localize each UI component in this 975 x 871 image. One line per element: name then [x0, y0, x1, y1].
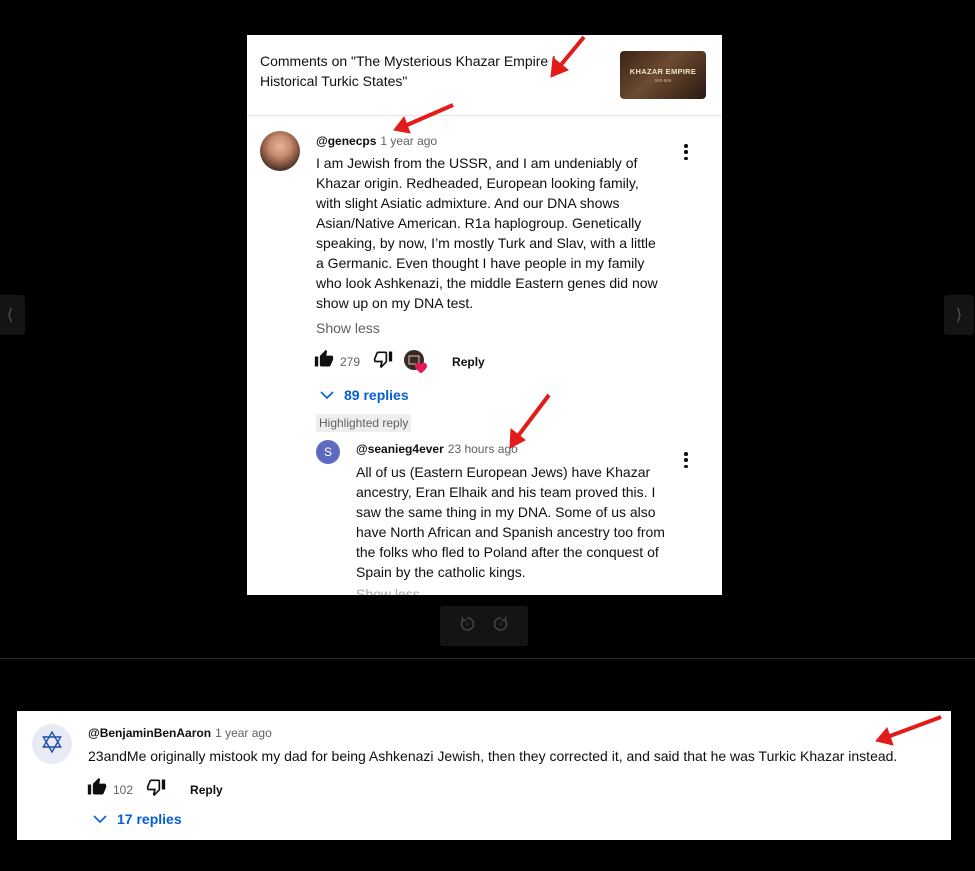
- reply-time[interactable]: 23 hours ago: [448, 442, 518, 456]
- comment-time[interactable]: 1 year ago: [380, 134, 437, 148]
- avatar[interactable]: [32, 724, 72, 764]
- more-options-icon[interactable]: [684, 452, 688, 468]
- comment-screenshot-card: Comments on "The Mysterious Khazar Empir…: [247, 35, 722, 595]
- show-less-button[interactable]: Show less: [316, 320, 380, 336]
- show-less-button[interactable]: Show less: [356, 586, 420, 595]
- comment-author[interactable]: @genecps 1 year ago: [316, 134, 437, 148]
- creator-heart-icon: [404, 349, 428, 374]
- comment-actions: 102 Reply: [87, 777, 223, 802]
- dislike-icon[interactable]: [146, 777, 166, 802]
- rotate-left-icon[interactable]: [459, 616, 475, 637]
- chevron-down-icon: [320, 387, 334, 403]
- avatar[interactable]: S: [316, 440, 340, 464]
- chevron-down-icon: [93, 811, 107, 827]
- replies-count[interactable]: 17 replies: [117, 811, 182, 827]
- thumbnail-title: KHAZAR EMPIRE: [629, 67, 697, 76]
- comments-header: Comments on "The Mysterious Khazar Empir…: [247, 35, 722, 116]
- avatar-letter: S: [323, 445, 332, 459]
- author-handle[interactable]: @seanieg4ever: [356, 442, 444, 456]
- chevron-left-icon: ⟨: [6, 307, 14, 324]
- next-image-button[interactable]: ⟩: [944, 295, 974, 335]
- author-handle[interactable]: @genecps: [316, 134, 376, 148]
- video-thumbnail[interactable]: KHAZAR EMPIRE 650-969: [620, 51, 706, 99]
- comment-author[interactable]: @BenjaminBenAaron 1 year ago: [88, 726, 272, 740]
- reply-author[interactable]: @seanieg4ever 23 hours ago: [356, 442, 518, 456]
- comments-title: Comments on "The Mysterious Khazar Empir…: [260, 53, 556, 89]
- author-handle[interactable]: @BenjaminBenAaron: [88, 726, 211, 740]
- like-icon[interactable]: [87, 777, 107, 802]
- rotate-right-icon[interactable]: [493, 616, 509, 637]
- reply-button[interactable]: Reply: [452, 355, 485, 369]
- thumbnail-subtitle: 650-969: [654, 78, 672, 83]
- dislike-icon[interactable]: [373, 349, 393, 374]
- chevron-right-icon: ⟩: [955, 307, 963, 324]
- comment-time[interactable]: 1 year ago: [215, 726, 272, 740]
- more-options-icon[interactable]: [684, 144, 688, 160]
- comment-actions: 279 Reply: [314, 349, 485, 374]
- reply-button[interactable]: Reply: [190, 783, 223, 797]
- replies-count[interactable]: 89 replies: [344, 387, 409, 403]
- like-count: 102: [113, 782, 134, 797]
- like-count: 279: [340, 354, 361, 369]
- comment-screenshot-panel: @BenjaminBenAaron 1 year ago 23andMe orig…: [17, 711, 951, 840]
- highlighted-reply-badge: Highlighted reply: [316, 414, 412, 432]
- comment-text: 23andMe originally mistook my dad for be…: [88, 748, 898, 764]
- rotate-controls: [440, 606, 528, 646]
- avatar[interactable]: [260, 131, 300, 171]
- divider: [0, 658, 975, 659]
- like-icon[interactable]: [314, 349, 334, 374]
- view-replies-button[interactable]: 89 replies: [320, 387, 409, 403]
- previous-image-button[interactable]: ⟨: [0, 295, 25, 335]
- view-replies-button[interactable]: 17 replies: [93, 811, 182, 827]
- star-of-david-icon: [40, 730, 64, 759]
- comment-text: I am Jewish from the USSR, and I am unde…: [316, 155, 658, 311]
- reply-text: All of us (Eastern European Jews) have K…: [356, 464, 665, 580]
